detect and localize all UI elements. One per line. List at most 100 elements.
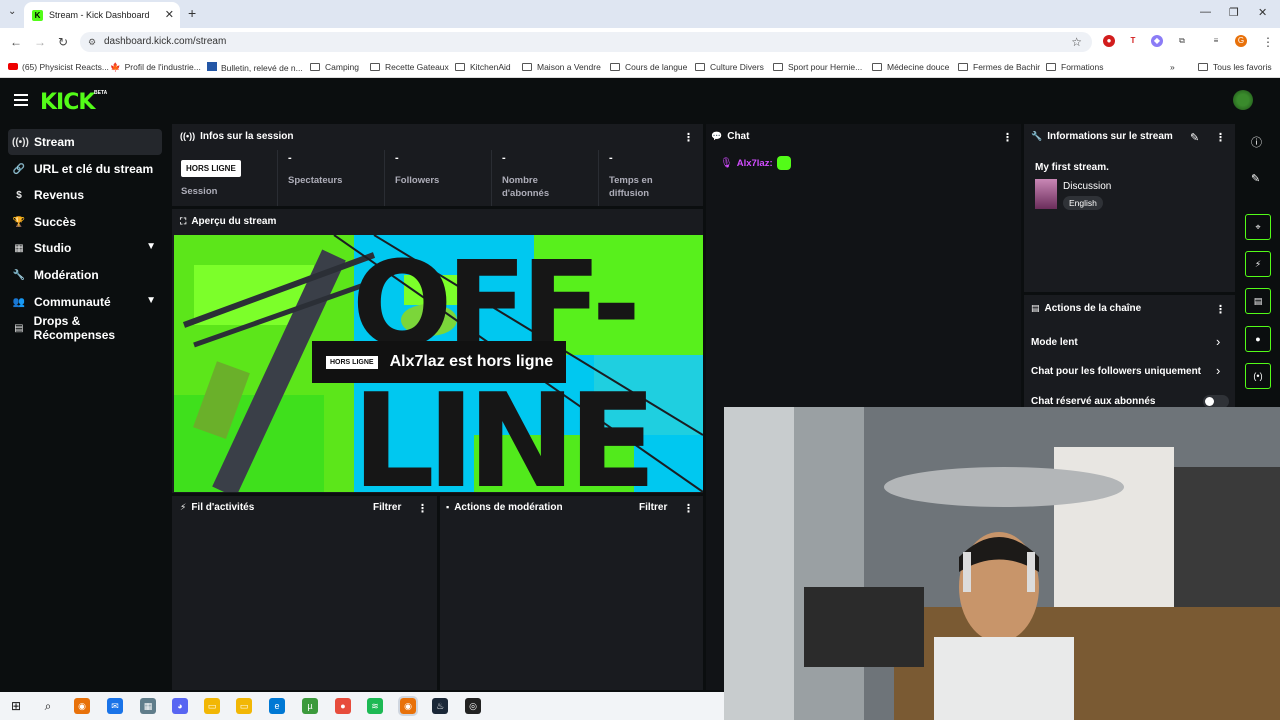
bookmark-folder[interactable]: Camping xyxy=(310,62,359,72)
channel-actions-title: ▤ Actions de la chaîne xyxy=(1031,303,1142,314)
rail-notes-button[interactable]: ▤ xyxy=(1245,288,1271,314)
slow-mode-row[interactable]: Mode lent xyxy=(1031,337,1078,348)
media-icon[interactable]: ≡ xyxy=(1210,35,1222,47)
chevron-right-icon[interactable]: › xyxy=(1216,334,1220,349)
chrome-active-icon[interactable]: ◉ xyxy=(398,696,418,716)
offline-badge: HORS LIGNE xyxy=(181,160,241,177)
bookmark-folder[interactable]: Médecine douce xyxy=(872,62,949,72)
folder-icon[interactable]: ▭ xyxy=(236,698,252,714)
new-tab-icon[interactable]: + xyxy=(188,5,196,21)
mod-filter-button[interactable]: Filtrer xyxy=(639,502,667,513)
activity-more-icon[interactable]: ⋮ xyxy=(417,502,428,515)
offline-screen-image[interactable]: OFF- LINE HORS LIGNE Alx7laz est hors li… xyxy=(174,235,703,492)
edit-icon[interactable]: ✎ xyxy=(1251,172,1260,185)
edge-icon[interactable]: e xyxy=(269,698,285,714)
wrench-icon: 🔧 xyxy=(1031,131,1043,141)
tab-search-icon[interactable]: ⌄ xyxy=(8,6,16,17)
hamburger-menu-icon[interactable] xyxy=(14,94,28,106)
rail-chat-button[interactable]: ● xyxy=(1245,326,1271,352)
torrent-icon[interactable]: µ xyxy=(302,698,318,714)
windows-start-icon[interactable]: ⊞ xyxy=(8,698,24,714)
url-field[interactable]: ⚙ dashboard.kick.com/stream ☆ xyxy=(80,32,1092,52)
channel-actions-more-icon[interactable]: ⋮ xyxy=(1215,303,1226,316)
bookmark-item[interactable]: (65) Physicist Reacts... xyxy=(8,62,109,72)
chat-username[interactable]: Alx7laz: xyxy=(737,158,773,169)
bookmark-folder[interactable]: Recette Gateaux xyxy=(370,62,449,72)
kick-logo[interactable]: KICK xyxy=(40,90,95,115)
reload-icon[interactable]: ↻ xyxy=(58,35,68,49)
sidebar-item-revenue[interactable]: $ Revenus xyxy=(8,182,162,208)
extension-icon[interactable]: T xyxy=(1127,35,1139,47)
sidebar-item-drops[interactable]: ▤ Drops & Récompenses xyxy=(8,314,162,342)
restore-icon[interactable]: ❐ xyxy=(1229,6,1239,19)
sidebar-item-stream[interactable]: ((•)) Stream xyxy=(8,129,162,155)
session-info-title: ((•)) Infos sur la session xyxy=(180,131,294,142)
drops-icon: ▤ xyxy=(14,322,24,334)
file-explorer-icon[interactable]: ▭ xyxy=(204,698,220,714)
sidebar-item-studio[interactable]: ▦ Studio ▼ xyxy=(8,235,162,261)
chat-more-icon[interactable]: ⋮ xyxy=(1002,131,1013,144)
activity-feed-title: ⚡ Fil d'activités xyxy=(180,502,255,513)
discord-icon[interactable]: ◕ xyxy=(172,698,188,714)
activity-feed-panel xyxy=(172,496,437,690)
sidebar-item-achievements[interactable]: 🏆 Succès xyxy=(8,209,162,235)
sidebar-item-community[interactable]: 👥 Communauté ▼ xyxy=(8,289,162,315)
offline-banner-badge: HORS LIGNE xyxy=(326,355,378,369)
lightning-icon: ⚡ xyxy=(180,502,187,512)
info-icon[interactable]: ⓘ xyxy=(1251,134,1262,150)
stream-category[interactable]: Discussion xyxy=(1063,181,1111,192)
calculator-icon[interactable]: ▦ xyxy=(140,698,156,714)
divider xyxy=(491,150,492,206)
session-more-icon[interactable]: ⋮ xyxy=(683,131,694,144)
mail-icon[interactable]: ✉ xyxy=(107,698,123,714)
sidebar-item-moderation[interactable]: 🔧 Modération xyxy=(8,262,162,288)
stream-info-more-icon[interactable]: ⋮ xyxy=(1215,131,1226,144)
profile-avatar[interactable]: G xyxy=(1235,35,1247,47)
spotify-icon[interactable]: ≋ xyxy=(367,698,383,714)
chevron-right-icon[interactable]: › xyxy=(1216,363,1220,378)
bookmark-folder[interactable]: Formations xyxy=(1046,62,1104,72)
close-window-icon[interactable]: ✕ xyxy=(1258,6,1267,19)
rail-lightning-button[interactable]: ⚡ xyxy=(1245,251,1271,277)
kick-header: KICK BETA xyxy=(0,80,1280,122)
community-icon: 👥 xyxy=(12,296,26,308)
bookmark-folder[interactable]: KitchenAid xyxy=(455,62,511,72)
offline-art-text-2: LINE xyxy=(352,365,657,492)
extension-icon-2[interactable]: ◆ xyxy=(1151,35,1163,47)
back-icon[interactable]: ← xyxy=(10,35,22,49)
bookmark-folder[interactable]: Maison a Vendre xyxy=(522,62,601,72)
forward-icon[interactable]: → xyxy=(34,35,46,49)
minimize-icon[interactable]: — xyxy=(1200,6,1211,18)
activity-filter-button[interactable]: Filtrer xyxy=(373,502,401,513)
bookmark-item[interactable]: 🍁 Profil de l'industrie... xyxy=(110,62,201,73)
category-thumbnail[interactable] xyxy=(1035,179,1057,209)
followers-only-row[interactable]: Chat pour les followers uniquement xyxy=(1031,366,1201,377)
bookmark-star-icon[interactable]: ☆ xyxy=(1071,32,1082,52)
browser-tab-bar: ⌄ K Stream - Kick Dashboard ✕ + — ❐ ✕ xyxy=(0,0,1280,28)
site-info-icon[interactable]: ⚙ xyxy=(88,32,96,52)
search-icon[interactable]: ⌕ xyxy=(40,698,56,714)
obs-icon[interactable]: ◎ xyxy=(465,698,481,714)
session-icon: ((•)) xyxy=(180,131,196,141)
sidebar-item-stream-key[interactable]: 🔗 URL et clé du stream xyxy=(8,156,162,182)
edit-pencil-icon[interactable]: ✎ xyxy=(1190,131,1199,144)
menu-icon[interactable]: ⋮ xyxy=(1262,35,1274,49)
mod-more-icon[interactable]: ⋮ xyxy=(683,502,694,515)
rail-focus-button[interactable]: ⌖ xyxy=(1245,214,1271,240)
browser-tab[interactable]: K Stream - Kick Dashboard ✕ xyxy=(24,2,180,28)
close-tab-icon[interactable]: ✕ xyxy=(165,8,174,21)
user-avatar[interactable] xyxy=(1233,90,1253,110)
more-bookmarks-icon[interactable]: » xyxy=(1170,62,1175,72)
bookmark-folder[interactable]: Fermes de Bachir xyxy=(958,62,1040,72)
steam-icon[interactable]: ♨ xyxy=(432,698,448,714)
bookmark-folder[interactable]: Cours de langue xyxy=(610,62,687,72)
recorder-icon[interactable]: ● xyxy=(335,698,351,714)
bookmark-folder[interactable]: Culture Divers xyxy=(695,62,764,72)
adblock-extension-icon[interactable]: ● xyxy=(1103,35,1115,47)
rail-broadcast-button[interactable]: (•) xyxy=(1245,363,1271,389)
chrome-icon[interactable]: ◉ xyxy=(74,698,90,714)
puzzle-icon[interactable]: ⧉ xyxy=(1176,35,1188,47)
all-bookmarks-folder[interactable]: Tous les favoris xyxy=(1198,62,1272,72)
bookmark-folder[interactable]: Sport pour Hernie... xyxy=(773,62,862,72)
bookmark-item[interactable]: Bulletin, relevé de n... xyxy=(207,62,303,73)
